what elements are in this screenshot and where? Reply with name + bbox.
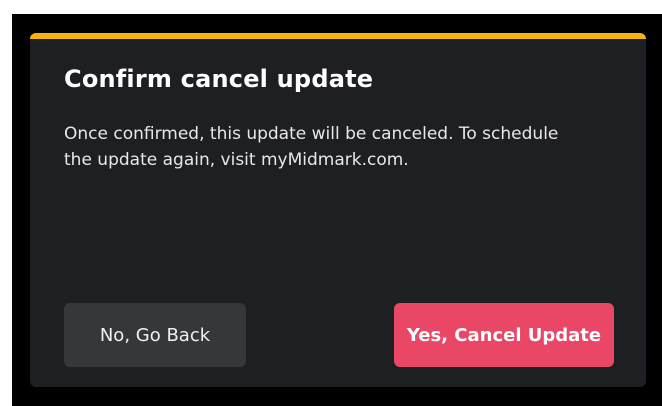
dialog-message: Once confirmed, this update will be canc…	[64, 121, 624, 173]
go-back-button-label: No, Go Back	[99, 324, 211, 346]
go-back-button[interactable]: No, Go Back	[64, 303, 246, 367]
dialog-message-line-1: Once confirmed, this update will be canc…	[64, 124, 559, 144]
confirm-cancel-update-dialog: Confirm cancel update Once confirmed, th…	[30, 33, 646, 387]
dialog-accent-bar	[30, 33, 646, 39]
device-screen: Confirm cancel update Once confirmed, th…	[12, 14, 662, 406]
cancel-update-button[interactable]: Yes, Cancel Update	[394, 303, 614, 367]
cancel-update-button-label: Yes, Cancel Update	[406, 324, 602, 346]
dialog-title: Confirm cancel update	[64, 65, 374, 93]
dialog-message-line-2: the update again, visit myMidmark.com.	[64, 150, 409, 170]
